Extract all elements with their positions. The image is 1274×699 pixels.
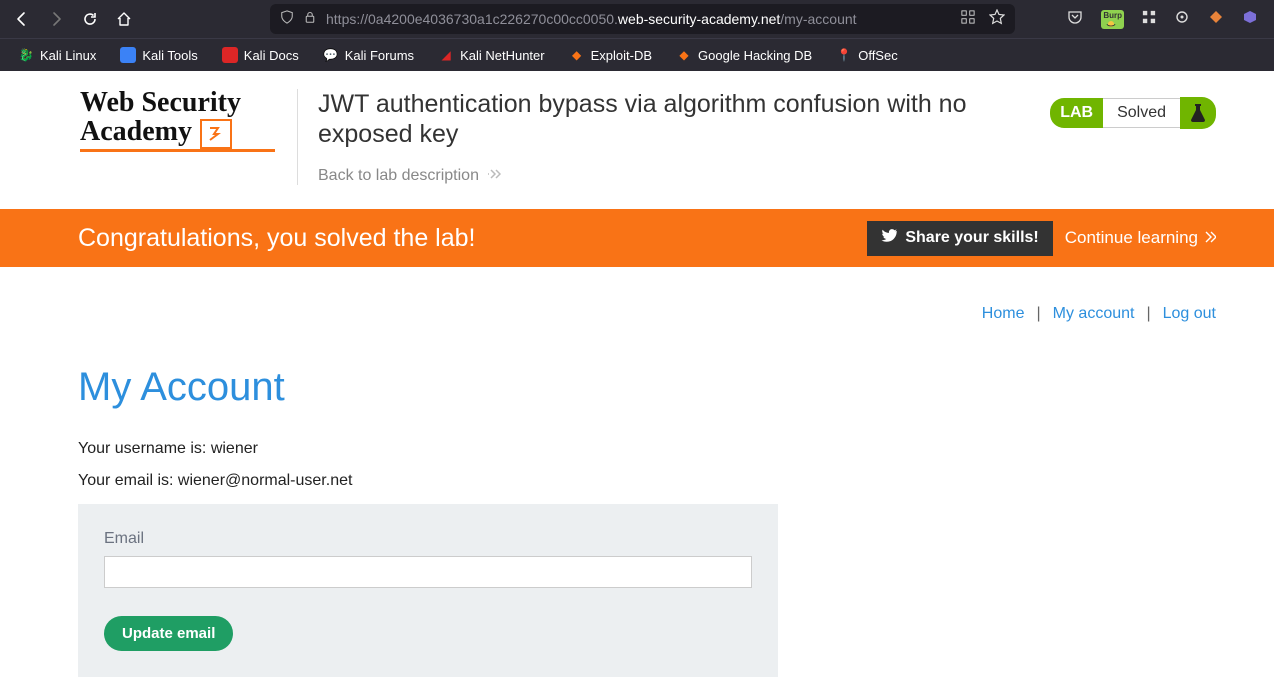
bookmarks-bar: 🐉 Kali Linux Kali Tools Kali Docs 💬 Kali… xyxy=(0,38,1274,71)
chevron-right-icon xyxy=(1204,228,1216,248)
chevron-right-icon xyxy=(487,167,501,185)
logo-arrow-icon xyxy=(200,119,232,149)
email-label: Email xyxy=(104,530,752,548)
bookmark-label: Kali Linux xyxy=(40,48,96,63)
lab-badge: LAB xyxy=(1050,98,1103,128)
url-right-icons xyxy=(961,9,1005,30)
academy-header: Web Security Academy JWT authentication … xyxy=(0,71,1274,193)
bookmark-label: OffSec xyxy=(858,48,898,63)
email-input[interactable] xyxy=(104,556,752,588)
lab-status: LAB Solved xyxy=(1050,97,1216,129)
banner-message: Congratulations, you solved the lab! xyxy=(78,224,475,253)
back-icon[interactable] xyxy=(14,11,30,27)
qr-icon[interactable] xyxy=(961,10,975,29)
username-info: Your username is: wiener xyxy=(78,440,1274,458)
reload-icon[interactable] xyxy=(82,11,98,27)
continue-link-text: Continue learning xyxy=(1065,228,1198,248)
banner-actions: Share your skills! Continue learning xyxy=(867,221,1216,256)
bookmark-exploit-db[interactable]: ◆ Exploit-DB xyxy=(559,43,662,67)
nav-button-group xyxy=(8,11,132,27)
url-bar[interactable]: https://0a4200e4036730a1c226270c00cc0050… xyxy=(270,4,1015,34)
bookmark-kali-linux[interactable]: 🐉 Kali Linux xyxy=(8,43,106,67)
nav-home-link[interactable]: Home xyxy=(982,305,1025,323)
share-skills-button[interactable]: Share your skills! xyxy=(867,221,1052,256)
email-form: Email Update email xyxy=(78,504,778,677)
browser-toolbar: https://0a4200e4036730a1c226270c00cc0050… xyxy=(0,0,1274,38)
nav-account-link[interactable]: My account xyxy=(1053,305,1135,323)
bookmark-label: Kali NetHunter xyxy=(460,48,545,63)
exploitdb-icon: ◆ xyxy=(569,47,585,63)
url-prefix: https://0a4200e4036730a1c226270c00cc0050… xyxy=(326,11,618,27)
bookmark-label: Google Hacking DB xyxy=(698,48,812,63)
bookmark-google-hacking[interactable]: ◆ Google Hacking DB xyxy=(666,43,822,67)
extensions-grid-icon[interactable] xyxy=(1142,10,1156,29)
bookmark-offsec[interactable]: 📍 OffSec xyxy=(826,43,908,67)
docs-icon xyxy=(222,47,238,63)
page-content: Web Security Academy JWT authentication … xyxy=(0,71,1274,677)
lab-title-block: JWT authentication bypass via algorithm … xyxy=(297,89,1028,185)
success-banner: Congratulations, you solved the lab! Sha… xyxy=(0,209,1274,267)
settings-gear-icon[interactable] xyxy=(1174,9,1190,30)
main-content: My Account Your username is: wiener Your… xyxy=(0,323,1274,677)
back-to-description-link[interactable]: Back to lab description xyxy=(318,167,501,185)
cube-extension-icon[interactable] xyxy=(1242,9,1258,30)
burp-extension-icon[interactable]: Burp xyxy=(1101,10,1124,29)
flask-icon xyxy=(1180,97,1216,129)
nav-logout-link[interactable]: Log out xyxy=(1163,305,1216,323)
logo-line2-text: Academy xyxy=(80,118,192,146)
offsec-icon: 📍 xyxy=(836,47,852,63)
continue-learning-link[interactable]: Continue learning xyxy=(1065,228,1216,248)
nav-separator: | xyxy=(1140,305,1156,323)
update-email-button[interactable]: Update email xyxy=(104,616,233,651)
bookmark-kali-tools[interactable]: Kali Tools xyxy=(110,43,207,67)
forward-icon[interactable] xyxy=(48,11,64,27)
logo-underline xyxy=(80,149,275,152)
ghdb-icon: ◆ xyxy=(676,47,692,63)
bookmark-label: Kali Forums xyxy=(345,48,414,63)
bookmark-kali-nethunter[interactable]: ◢ Kali NetHunter xyxy=(428,43,555,67)
bookmark-label: Kali Docs xyxy=(244,48,299,63)
nav-separator: | xyxy=(1030,305,1046,323)
email-info: Your email is: wiener@normal-user.net xyxy=(78,472,1274,490)
url-text: https://0a4200e4036730a1c226270c00cc0050… xyxy=(326,11,857,27)
chrome-right-icons: Burp xyxy=(1067,9,1266,30)
logo-line1: Web Security xyxy=(80,89,275,117)
home-icon[interactable] xyxy=(116,11,132,27)
back-link-text: Back to lab description xyxy=(318,167,479,185)
lab-title: JWT authentication bypass via algorithm … xyxy=(318,89,1028,149)
tools-icon xyxy=(120,47,136,63)
lock-icon[interactable] xyxy=(304,10,316,29)
bookmark-kali-forums[interactable]: 💬 Kali Forums xyxy=(313,43,424,67)
pocket-icon[interactable] xyxy=(1067,9,1083,30)
dragon-icon: 🐉 xyxy=(18,47,34,63)
twitter-icon xyxy=(881,229,897,248)
url-host: web-security-academy.net xyxy=(618,11,780,27)
nethunter-icon: ◢ xyxy=(438,47,454,63)
page-nav: Home | My account | Log out xyxy=(0,267,1274,323)
academy-logo[interactable]: Web Security Academy xyxy=(80,89,275,152)
share-button-label: Share your skills! xyxy=(905,229,1038,247)
bookmark-label: Exploit-DB xyxy=(591,48,652,63)
shield-icon[interactable] xyxy=(280,10,294,29)
bookmark-kali-docs[interactable]: Kali Docs xyxy=(212,43,309,67)
bookmark-star-icon[interactable] xyxy=(989,9,1005,30)
bookmark-label: Kali Tools xyxy=(142,48,197,63)
page-heading: My Account xyxy=(78,365,1274,410)
logo-line2: Academy xyxy=(80,117,275,147)
fox-extension-icon[interactable] xyxy=(1208,9,1224,30)
forums-icon: 💬 xyxy=(323,47,339,63)
url-path: /my-account xyxy=(780,11,856,27)
solved-badge: Solved xyxy=(1103,98,1180,128)
